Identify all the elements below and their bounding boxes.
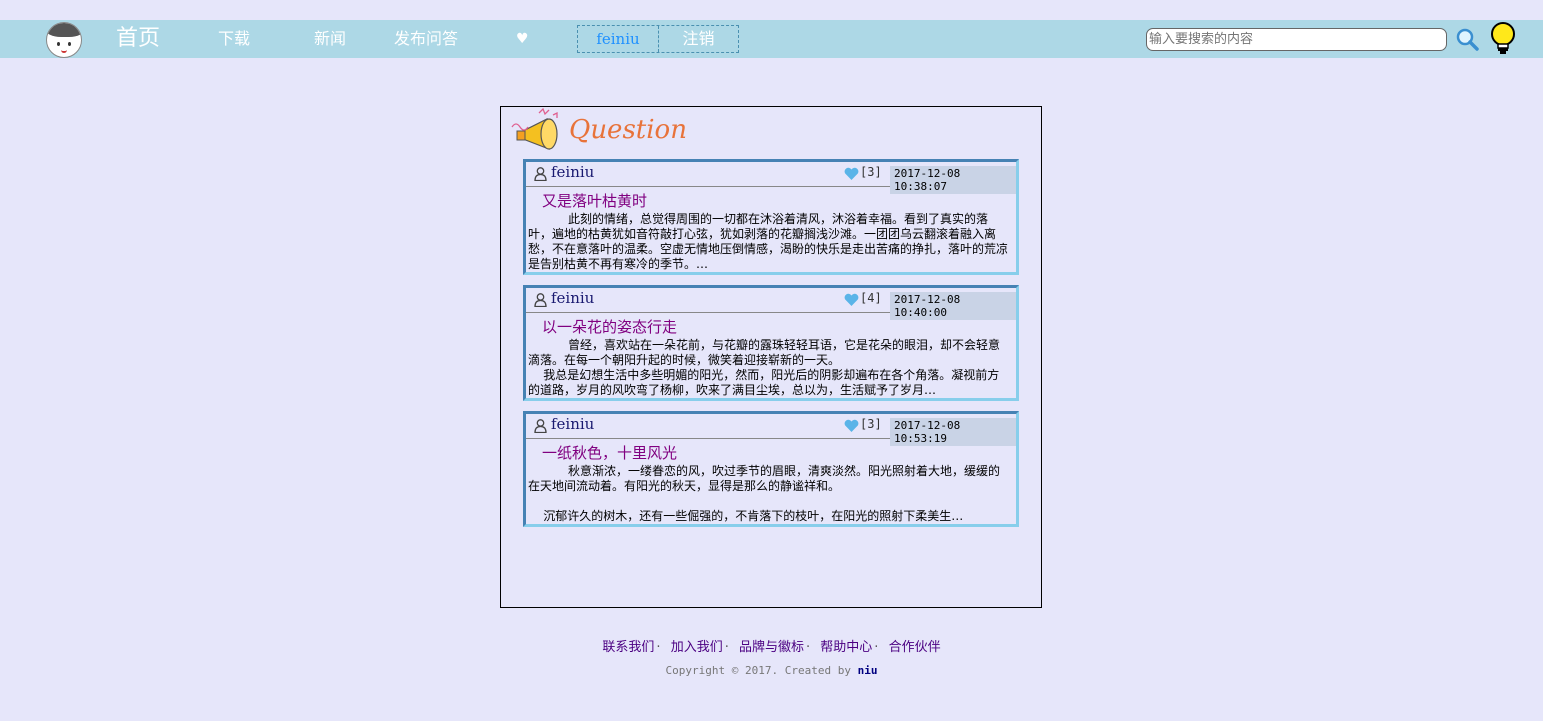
footer-link-help[interactable]: 帮助中心 xyxy=(820,640,872,655)
search-icon[interactable] xyxy=(1455,27,1479,51)
footer-separator: · xyxy=(656,640,661,655)
copyright: Copyright © 2017. Created by niu xyxy=(0,664,1543,677)
card-author[interactable]: feiniu xyxy=(551,415,594,433)
lightbulb-icon[interactable] xyxy=(1490,22,1516,56)
search-input[interactable] xyxy=(1146,28,1447,51)
card-body: 此刻的情绪，总觉得周围的一切都在沐浴着清风，沐浴着幸福。看到了真实的落叶，遍地的… xyxy=(528,212,1009,271)
heart-icon[interactable] xyxy=(844,167,859,181)
megaphone-icon xyxy=(511,107,558,150)
footer-link-join[interactable]: 加入我们 xyxy=(671,640,723,655)
user-icon xyxy=(534,167,547,181)
card-body: 曾经，喜欢站在一朵花前，与花瓣的露珠轻轻耳语，它是花朵的眼泪，却不会轻意滴落。在… xyxy=(528,338,1001,397)
question-heading: Question xyxy=(509,107,709,157)
user-icon xyxy=(534,293,547,307)
like-count: [3] xyxy=(860,417,882,431)
card-title[interactable]: 一纸秋色，十里风光 xyxy=(542,442,677,463)
question-card[interactable]: feiniu [4] 2017-12-08 10:40:00 以一朵花的姿态行走… xyxy=(523,285,1019,401)
heart-icon[interactable] xyxy=(844,293,859,307)
post-date: 2017-12-08 10:53:19 xyxy=(890,418,1016,446)
question-card[interactable]: feiniu [3] 2017-12-08 10:53:19 一纸秋色，十里风光… xyxy=(523,411,1019,527)
nav-home-link[interactable]: 首页 xyxy=(116,20,160,58)
copyright-author-link[interactable]: niu xyxy=(858,664,878,677)
card-title[interactable]: 又是落叶枯黄时 xyxy=(542,190,647,211)
copyright-text: Copyright © 2017. Created by xyxy=(665,664,851,677)
question-card[interactable]: feiniu [3] 2017-12-08 10:38:07 又是落叶枯黄时 此… xyxy=(523,159,1019,275)
like-count: [3] xyxy=(860,165,882,179)
logout-link[interactable]: 注销 xyxy=(659,26,738,52)
footer-separator: · xyxy=(874,640,879,655)
card-header: feiniu [4] 2017-12-08 10:40:00 xyxy=(526,288,1016,320)
card-header: feiniu [3] 2017-12-08 10:53:19 xyxy=(526,414,1016,446)
card-header: feiniu [3] 2017-12-08 10:38:07 xyxy=(526,162,1016,194)
avatar-icon[interactable] xyxy=(46,22,82,58)
question-title: Question xyxy=(569,115,687,145)
heart-icon[interactable] xyxy=(844,419,859,433)
card-title[interactable]: 以一朵花的姿态行走 xyxy=(542,316,677,337)
nav-heart-icon[interactable]: ♥ xyxy=(516,20,529,58)
footer-links: 联系我们 · 加入我们 · 品牌与徽标 · 帮助中心 · 合作伙伴 xyxy=(0,636,1543,655)
footer-link-partners[interactable]: 合作伙伴 xyxy=(889,640,941,655)
footer-separator: · xyxy=(724,640,729,655)
footer-link-contact[interactable]: 联系我们 xyxy=(602,640,654,655)
post-date: 2017-12-08 10:38:07 xyxy=(890,166,1016,194)
user-icon xyxy=(534,419,547,433)
card-author[interactable]: feiniu xyxy=(551,163,594,181)
nav-publish-link[interactable]: 发布问答 xyxy=(394,20,458,58)
post-date: 2017-12-08 10:40:00 xyxy=(890,292,1016,320)
username-link[interactable]: feiniu xyxy=(578,26,659,52)
card-author[interactable]: feiniu xyxy=(551,289,594,307)
card-body: 秋意渐浓，一缕眷恋的风，吹过季节的眉眼，清爽淡然。阳光照射着大地，缓缓的在天地间… xyxy=(528,464,1001,523)
like-count: [4] xyxy=(860,291,882,305)
user-box: feiniu 注销 xyxy=(577,25,739,53)
nav-news-link[interactable]: 新闻 xyxy=(314,20,346,58)
question-panel: Question feiniu [3] 2017-12-08 10:38:07 … xyxy=(500,106,1042,608)
footer-link-brand[interactable]: 品牌与徽标 xyxy=(739,640,804,655)
top-nav: 首页 下载 新闻 发布问答 ♥ feiniu 注销 xyxy=(0,20,1543,58)
nav-download-link[interactable]: 下载 xyxy=(218,20,250,58)
footer-separator: · xyxy=(806,640,811,655)
